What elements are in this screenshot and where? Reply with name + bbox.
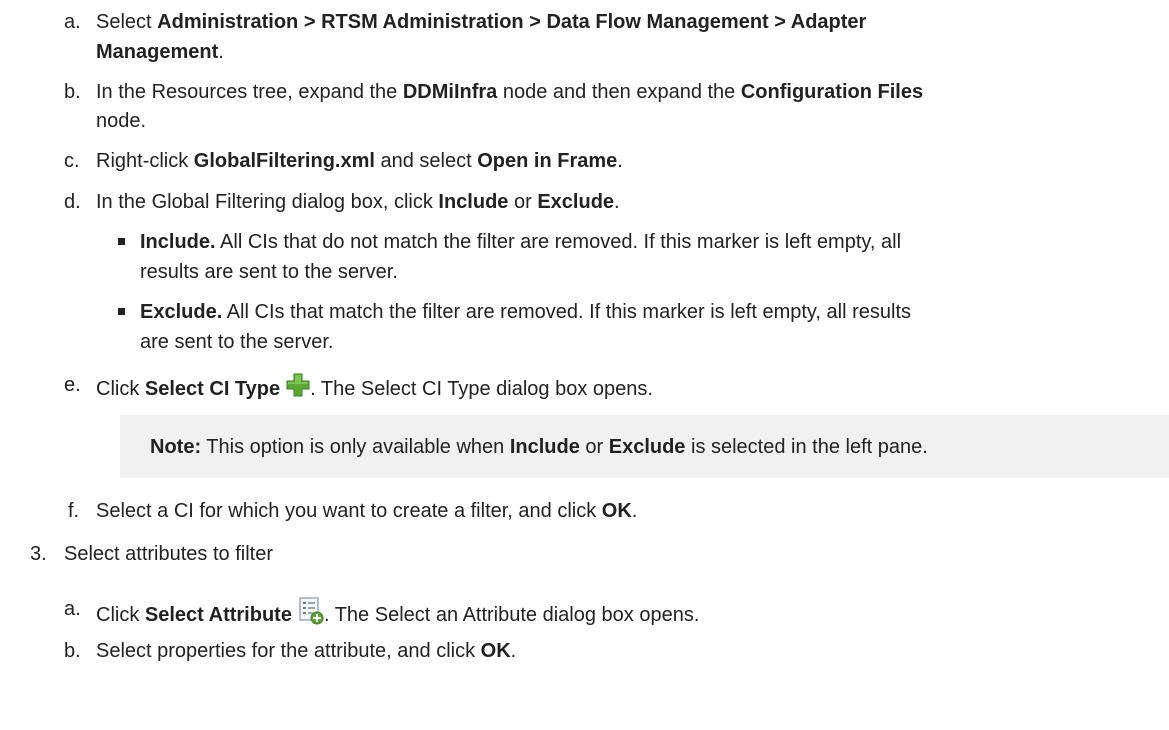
step-f-line: Select a CI for which you want to create… xyxy=(96,499,637,523)
bullet-square-icon xyxy=(118,308,125,315)
select-attribute-icon xyxy=(298,597,324,625)
note-exclude: Exclude xyxy=(608,436,686,458)
step-3b-line: Select properties for the attribute, and… xyxy=(96,639,516,663)
step-a-line2: Management. xyxy=(96,40,224,64)
step-c-marker: c. xyxy=(64,150,80,172)
step-b-mid: node and then expand the xyxy=(497,81,741,103)
note-box: Note: This option is only available when… xyxy=(120,415,1169,478)
step-3a-bold: Select Attribute xyxy=(144,604,292,626)
step-3b-ok: OK xyxy=(480,640,511,662)
step-3b-marker: b. xyxy=(64,640,81,662)
step-3a-marker: a. xyxy=(64,598,81,620)
step-b-cont: node. xyxy=(96,110,147,132)
note-label: Note: xyxy=(150,436,202,458)
step-e-bold: Select CI Type xyxy=(144,378,281,400)
bullet-exclude-label: Exclude. xyxy=(140,301,223,323)
bullet-include-line1: Include. All CIs that do not match the f… xyxy=(140,230,901,254)
step-a-path-cont: Management xyxy=(96,41,219,63)
step-3b-pre: Select properties for the attribute, and… xyxy=(96,640,481,662)
step-3a-post: . The Select an Attribute dialog box ope… xyxy=(323,604,700,626)
note-pre: This option is only available when xyxy=(201,436,510,458)
bullet-exclude-text1: All CIs that match the filter are remove… xyxy=(222,301,912,323)
step-d-marker: d. xyxy=(64,191,81,213)
step-d-exclude: Exclude xyxy=(537,191,615,213)
step-d-line: In the Global Filtering dialog box, clic… xyxy=(96,190,620,214)
bullet-include-text1: All CIs that do not match the filter are… xyxy=(215,231,902,253)
step-3b-post: . xyxy=(510,640,517,662)
note-post: is selected in the left pane. xyxy=(685,436,928,458)
step-d-post: . xyxy=(614,191,620,213)
step-c-post: . xyxy=(617,150,623,172)
step-3a-line: Click Select Attribute . The Select an A… xyxy=(96,597,699,627)
step-b-node1: DDMiInfra xyxy=(402,81,498,103)
step-b-pre: In the Resources tree, expand the xyxy=(96,81,403,103)
step-a-pre: Select xyxy=(96,11,158,33)
step-c-pre: Right-click xyxy=(96,150,194,172)
step-d-mid: or xyxy=(508,191,538,213)
step-e-pre: Click xyxy=(96,378,145,400)
step-f-post: . xyxy=(631,500,638,522)
step-b-node2: Configuration Files xyxy=(740,81,924,103)
step-d-pre: In the Global Filtering dialog box, clic… xyxy=(96,191,439,213)
note-mid: or xyxy=(579,436,609,458)
bullet-include-text2: results are sent to the server. xyxy=(140,261,398,283)
bullet-include-line2: results are sent to the server. xyxy=(140,260,398,284)
bullet-include-label: Include. xyxy=(140,231,216,253)
step-c-action: Open in Frame xyxy=(477,150,618,172)
step-3-marker: 3. xyxy=(30,543,47,565)
step-f-ok: OK xyxy=(601,500,632,522)
bullet-exclude-text2: are sent to the server. xyxy=(140,331,334,353)
bullet-exclude-line1: Exclude. All CIs that match the filter a… xyxy=(140,300,911,324)
step-a-path: Administration > RTSM Administration > D… xyxy=(157,11,867,33)
step-f-pre: Select a CI for which you want to create… xyxy=(96,500,602,522)
step-3-heading: Select attributes to filter xyxy=(64,543,273,565)
step-b-marker: b. xyxy=(64,81,81,103)
step-b-line2: node. xyxy=(96,109,146,133)
step-c-file: GlobalFiltering.xml xyxy=(193,150,375,172)
note-include: Include xyxy=(509,436,580,458)
step-e-line: Click Select CI Type . The Select CI Typ… xyxy=(96,373,653,401)
step-a-line1: Select Administration > RTSM Administrat… xyxy=(96,10,866,34)
step-a-marker: a. xyxy=(64,11,81,33)
note-text: Note: This option is only available when… xyxy=(150,435,928,459)
step-c-mid: and select xyxy=(374,150,478,172)
step-f-marker: f. xyxy=(68,500,80,522)
step-e-post: . The Select CI Type dialog box opens. xyxy=(310,378,653,400)
step-c-line: Right-click GlobalFiltering.xml and sele… xyxy=(96,149,623,173)
green-plus-icon xyxy=(286,373,310,397)
bullet-square-icon xyxy=(118,238,125,245)
bullet-exclude-line2: are sent to the server. xyxy=(140,330,333,354)
step-d-include: Include xyxy=(438,191,509,213)
step-b-line1: In the Resources tree, expand the DDMiIn… xyxy=(96,80,923,104)
step-e-marker: e. xyxy=(64,374,81,396)
step-3a-pre: Click xyxy=(96,604,145,626)
step-a-post: . xyxy=(218,41,224,63)
